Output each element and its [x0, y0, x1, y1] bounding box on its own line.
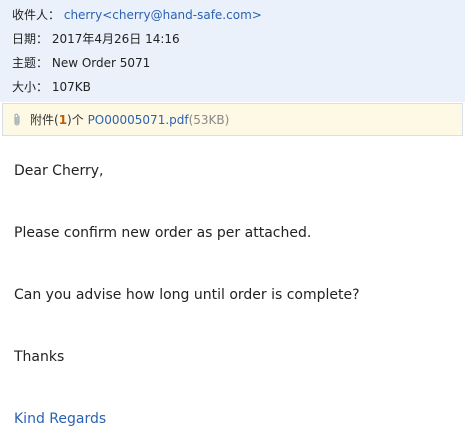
thanks-text: Thanks: [14, 349, 65, 365]
size-label: 大小：: [12, 80, 49, 94]
attachment-summary: 附件(1)个 PO00005071.pdf(53KB): [30, 112, 229, 128]
attachment-bar: 附件(1)个 PO00005071.pdf(53KB): [2, 103, 463, 136]
date-label: 日期：: [12, 32, 49, 46]
date-row: 日期： 2017年4月26日 14:16: [12, 31, 180, 47]
size-row: 大小： 107KB: [12, 79, 91, 95]
subject-row: 主题： New Order 5071: [12, 55, 150, 71]
attachment-label-prefix: 附件(: [30, 113, 59, 127]
email-header: 收件人： cherry<cherry@hand-safe.com> 日期： 20…: [0, 0, 465, 102]
attachment-file-size: (53KB): [188, 113, 230, 127]
message-line-2: Can you advise how long until order is c…: [14, 287, 360, 303]
recipient-label: 收件人：: [12, 8, 61, 22]
subject-value: New Order 5071: [51, 56, 151, 70]
date-value: 2017年4月26日 14:16: [51, 32, 180, 46]
attachment-file-link[interactable]: PO00005071.pdf: [88, 113, 189, 127]
size-value: 107KB: [51, 80, 91, 94]
signoff-text: Kind Regards: [14, 411, 107, 427]
recipient-row: 收件人： cherry<cherry@hand-safe.com>: [12, 7, 262, 23]
recipient-address[interactable]: cherry<cherry@hand-safe.com>: [64, 8, 262, 22]
greeting-text: Dear Cherry,: [14, 163, 104, 179]
attachment-count: 1: [58, 113, 68, 127]
subject-label: 主题：: [12, 56, 49, 70]
paperclip-icon: [12, 113, 22, 127]
message-line-1: Please confirm new order as per attached…: [14, 225, 312, 241]
attachment-label-suffix: )个: [67, 113, 84, 127]
